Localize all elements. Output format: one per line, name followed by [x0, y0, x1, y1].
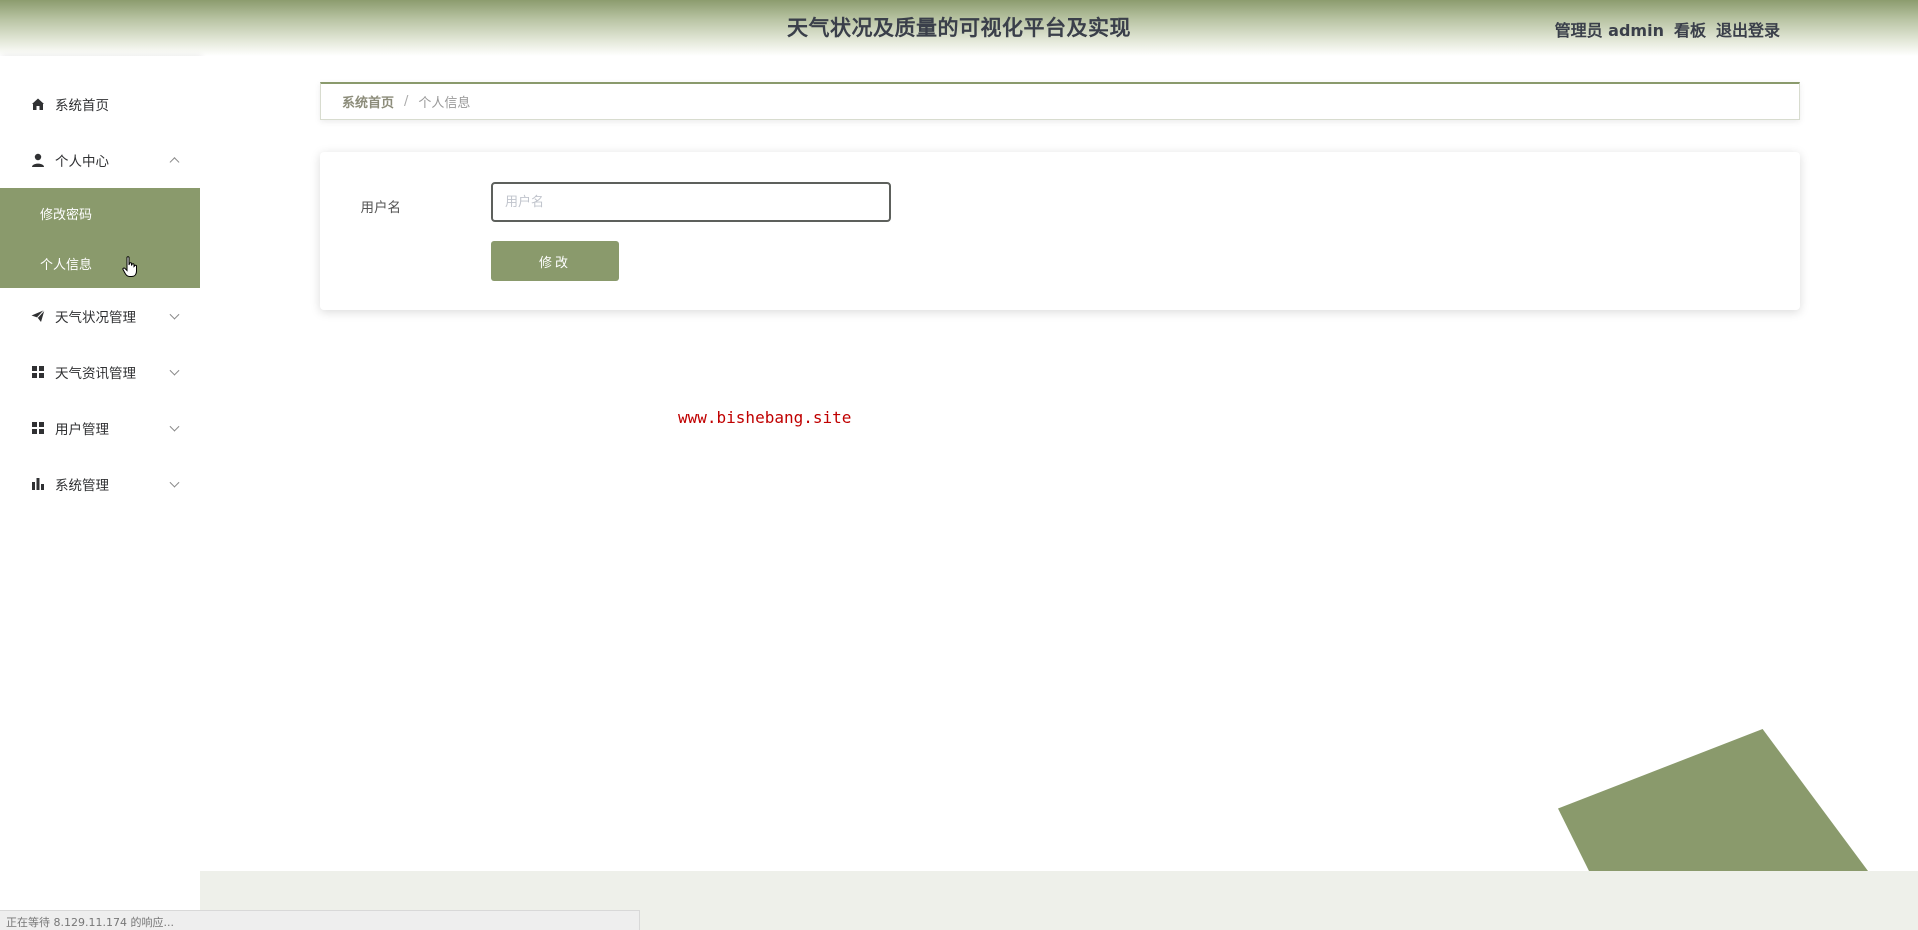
sidebar-item-label: 天气资讯管理 [55, 366, 136, 382]
grid-icon [30, 420, 46, 436]
sidebar-item-weather-news[interactable]: 天气资讯管理 [0, 344, 200, 400]
submenu-item-label: 修改密码 [40, 207, 93, 223]
dashboard-link[interactable]: 看板 [1674, 17, 1706, 41]
admin-user-label: 管理员 admin [1554, 21, 1664, 40]
submenu-item-change-password[interactable]: 修改密码 [0, 188, 200, 238]
sidebar-item-system-management[interactable]: 系统管理 [0, 456, 200, 512]
submenu-item-label: 个人信息 [40, 257, 93, 273]
sidebar-item-user-management[interactable]: 用户管理 [0, 400, 200, 456]
home-icon [30, 96, 46, 112]
top-right-links: 管理员 admin 看板 退出登录 [1555, 17, 1780, 41]
username-label: 用户名 [360, 200, 402, 216]
chevron-down-icon [169, 309, 180, 320]
sidebar-item-label: 个人中心 [55, 154, 109, 170]
sidebar-item-label: 系统首页 [55, 98, 109, 114]
breadcrumb: 系统首页 / 个人信息 [320, 82, 1800, 120]
sidebar-item-weather-status[interactable]: 天气状况管理 [0, 288, 200, 344]
chevron-down-icon [169, 477, 180, 488]
username-input[interactable] [491, 182, 891, 222]
sidebar-item-label: 系统管理 [55, 478, 109, 494]
breadcrumb-separator: / [404, 94, 409, 109]
sidebar-item-personal-center[interactable]: 个人中心 [0, 132, 200, 188]
browser-status-bar: 正在等待 8.129.11.174 的响应... [0, 910, 640, 930]
breadcrumb-current: 个人信息 [418, 96, 471, 111]
breadcrumb-home-link[interactable]: 系统首页 [342, 92, 394, 111]
sidebar-item-label: 天气状况管理 [55, 310, 136, 326]
modify-button[interactable]: 修改 [491, 241, 619, 281]
bar-chart-icon [30, 476, 46, 492]
sidebar-item-label: 用户管理 [55, 422, 109, 438]
top-bar: 天气状况及质量的可视化平台及实现 管理员 admin 看板 退出登录 [0, 0, 1918, 56]
chevron-down-icon [169, 365, 180, 376]
logout-link[interactable]: 退出登录 [1716, 17, 1780, 41]
grid-icon [30, 364, 46, 380]
submenu-item-personal-info[interactable]: 个人信息 [0, 238, 200, 288]
sidebar: 系统首页 个人中心 修改密码 个人信息 天气状况管理 天气资讯管理 用户管理 系… [0, 56, 200, 930]
send-icon [30, 308, 46, 324]
chevron-up-icon [169, 157, 180, 168]
profile-form-card: 用户名 修改 [320, 152, 1800, 310]
watermark-text: www.bishebang.site [678, 408, 852, 427]
pointer-hand-icon [122, 256, 137, 277]
personal-center-submenu: 修改密码 个人信息 [0, 188, 200, 288]
chevron-down-icon [169, 421, 180, 432]
sidebar-item-home[interactable]: 系统首页 [0, 76, 200, 132]
user-icon [30, 152, 46, 168]
